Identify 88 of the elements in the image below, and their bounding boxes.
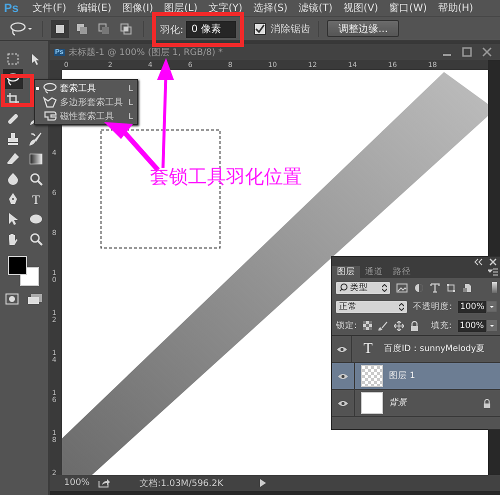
app-logo: Ps bbox=[4, 1, 19, 16]
shape-filter-icon[interactable] bbox=[446, 282, 456, 292]
brush-icon[interactable] bbox=[378, 320, 388, 330]
menu-item[interactable]: 套索工具 bbox=[60, 82, 96, 94]
marquee-tool-icon[interactable] bbox=[6, 52, 20, 66]
crop-tool-icon[interactable] bbox=[6, 92, 20, 106]
filter-toggle[interactable] bbox=[492, 282, 497, 293]
menu-item[interactable]: 文字(Y) bbox=[208, 1, 242, 16]
dropdown-value: 正常 bbox=[339, 300, 357, 312]
eye-icon[interactable] bbox=[336, 346, 347, 352]
color-swatches-icon[interactable] bbox=[6, 255, 42, 287]
shortcut-key: L bbox=[128, 98, 133, 106]
shortcut-key: L bbox=[128, 112, 133, 120]
lock-label: 锁定: bbox=[336, 320, 357, 332]
magnetic-lasso-icon bbox=[42, 110, 58, 122]
lock-pixels-icon[interactable] bbox=[362, 321, 372, 330]
spinner-arrows-icon bbox=[382, 284, 387, 292]
stamp-tool-icon[interactable] bbox=[6, 132, 20, 146]
share-icon[interactable] bbox=[98, 478, 110, 488]
menu-item[interactable]: 窗口(W) bbox=[389, 1, 427, 16]
history-tool-icon[interactable] bbox=[28, 132, 42, 146]
menu-item[interactable]: 滤镜(T) bbox=[298, 1, 333, 16]
fill-label: 填充: bbox=[430, 320, 452, 332]
lasso-lasso-icon bbox=[42, 82, 58, 94]
quick-mask-icon[interactable] bbox=[5, 293, 19, 305]
menu-item[interactable]: 帮助(H) bbox=[438, 1, 474, 16]
gradient-tool-icon[interactable] bbox=[28, 152, 42, 166]
shortcut-key: L bbox=[128, 84, 133, 92]
collapse-icon[interactable] bbox=[473, 258, 483, 266]
dropdown-value: 类型 bbox=[350, 282, 368, 294]
type-tool[interactable]: T bbox=[28, 192, 42, 206]
refine-edge-button[interactable]: 调整边缘... bbox=[327, 20, 399, 38]
layer-row[interactable]: 背景 bbox=[332, 390, 500, 417]
opacity-label: 不透明度: bbox=[413, 300, 452, 312]
menu-item[interactable]: 图像(I) bbox=[122, 1, 154, 16]
menu-item[interactable]: 编辑(E) bbox=[77, 1, 112, 16]
panel-tab[interactable]: 路径 bbox=[388, 266, 416, 278]
close-icon[interactable] bbox=[489, 258, 497, 266]
menu-item[interactable]: 磁性套索工具 bbox=[60, 110, 114, 122]
zoomlens-tool-icon[interactable] bbox=[28, 232, 42, 246]
zoom-level[interactable]: 100% bbox=[64, 478, 90, 488]
blend-mode-dropdown[interactable]: 正常 bbox=[336, 300, 408, 312]
feather-label: 羽化: bbox=[160, 24, 184, 37]
search-icon bbox=[339, 283, 348, 292]
polygon-lasso-icon bbox=[42, 96, 58, 108]
checkbox[interactable] bbox=[254, 22, 266, 35]
highlight-frame bbox=[1, 74, 34, 107]
eraser-tool-icon[interactable] bbox=[6, 152, 20, 166]
play-icon[interactable] bbox=[259, 478, 268, 488]
blur-tool-icon[interactable] bbox=[6, 172, 20, 186]
antialias-label: 消除锯齿 bbox=[270, 22, 310, 36]
layer-row[interactable]: 图层 1 bbox=[332, 363, 500, 390]
lasso-icon[interactable] bbox=[8, 22, 34, 36]
layer-name: 背景 bbox=[389, 397, 407, 409]
menu-item[interactable]: 选择(S) bbox=[253, 1, 288, 16]
panel-tab[interactable]: 图层 bbox=[332, 266, 360, 278]
document-tab[interactable]: 未标题-1 @ 100% (图层 1, RGB/8) * bbox=[68, 46, 223, 58]
layer-thumbnail bbox=[361, 392, 383, 414]
eye-icon[interactable] bbox=[338, 372, 348, 380]
panel-menu-icon[interactable] bbox=[488, 268, 498, 276]
spinner-arrows-icon bbox=[399, 302, 404, 310]
adjustment-filter-icon[interactable] bbox=[414, 282, 424, 292]
menu-item[interactable]: 多边形套索工具 bbox=[60, 96, 123, 108]
layer-thumbnail bbox=[361, 365, 383, 387]
screen-mode-icon[interactable] bbox=[27, 293, 43, 305]
lasso-tool-icon[interactable] bbox=[6, 72, 20, 86]
move-icon[interactable] bbox=[394, 320, 404, 330]
text-layer-icon: T bbox=[358, 340, 378, 358]
zoomlens-tool-icon[interactable] bbox=[28, 172, 42, 186]
menu-item[interactable]: 视图(V) bbox=[344, 1, 378, 16]
fill-field[interactable]: 100% bbox=[458, 320, 486, 332]
image-filter-icon[interactable] bbox=[396, 282, 408, 292]
eye-icon[interactable] bbox=[338, 400, 348, 406]
menu-item[interactable]: 图层(L) bbox=[164, 1, 198, 16]
type-filter-icon[interactable] bbox=[430, 282, 440, 292]
opacity-field[interactable]: 100% bbox=[458, 300, 486, 312]
annotation-text: 套锁工具羽化位置 bbox=[150, 165, 302, 190]
menu-item[interactable]: 文件(F) bbox=[32, 1, 66, 16]
smart-object-filter-icon[interactable] bbox=[462, 282, 472, 292]
selection-mode-icon[interactable] bbox=[51, 20, 69, 38]
ellipse-tool-icon[interactable] bbox=[28, 212, 42, 226]
layer-name: 百度ID：sunnyMelody夏 bbox=[384, 343, 485, 355]
document-info: 文档:1.03M/596.2K bbox=[140, 478, 224, 490]
lock-icon[interactable] bbox=[410, 320, 419, 330]
filter-dropdown[interactable]: 类型 bbox=[336, 282, 390, 294]
feather-field[interactable]: 0 像素 bbox=[186, 21, 236, 38]
layer-name: 图层 1 bbox=[389, 370, 416, 382]
panel-tab[interactable]: 通道 bbox=[360, 266, 388, 278]
